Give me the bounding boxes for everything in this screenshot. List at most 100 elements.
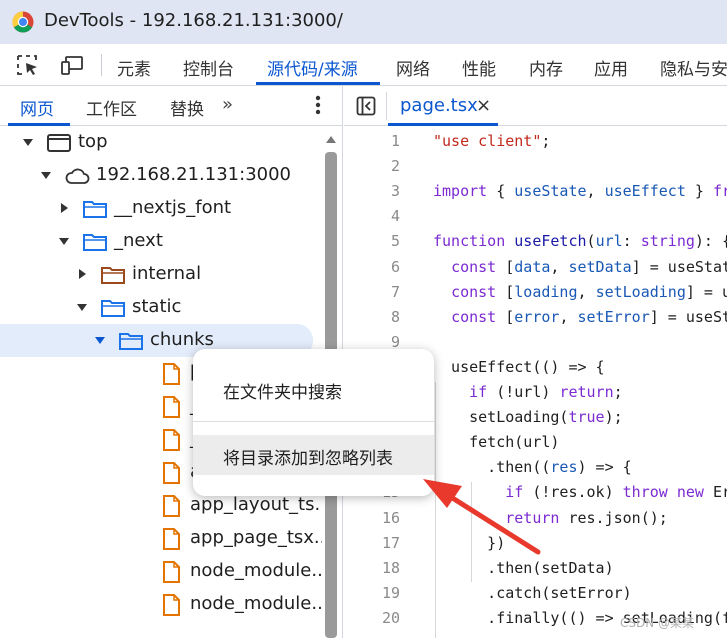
- tree-item[interactable]: __nextjs_font: [0, 192, 313, 225]
- watermark: CSDN @某某: [620, 616, 695, 630]
- folder-icon: [101, 267, 125, 284]
- line-number[interactable]: 8: [344, 308, 400, 326]
- code-text: import { useState, useEffect } fr: [433, 182, 727, 201]
- code-text: return res.json();: [505, 508, 668, 527]
- tree-item-label: node_module...: [190, 560, 329, 581]
- device-toolbar-icon[interactable]: [60, 54, 84, 76]
- indent-guide: [435, 382, 436, 638]
- code-text: "use client";: [433, 132, 551, 150]
- code-text: }): [433, 533, 506, 552]
- line-number[interactable]: 16: [344, 509, 400, 527]
- folder-icon: [83, 234, 107, 251]
- more-options-icon[interactable]: [312, 93, 324, 117]
- expand-arrow-down-icon[interactable]: [40, 169, 52, 181]
- tab-console[interactable]: 控制台: [183, 55, 234, 80]
- editor-tab-divider: [386, 92, 387, 120]
- expand-arrow-down-icon[interactable]: [22, 136, 34, 148]
- tree-item[interactable]: top: [0, 126, 313, 159]
- folder-icon: [83, 201, 107, 218]
- context-menu: 在文件夹中搜索 将目录添加到忽略列表: [193, 349, 434, 496]
- menu-item-search-in-folder[interactable]: 在文件夹中搜索: [193, 369, 434, 409]
- code-line: 18 .then(setData): [344, 559, 727, 584]
- tab-sources[interactable]: 源代码/来源: [267, 55, 358, 80]
- line-number[interactable]: 5: [344, 232, 400, 250]
- tab-performance[interactable]: 性能: [462, 55, 496, 80]
- tree-item[interactable]: internal: [0, 258, 313, 291]
- code-line: 16 return res.json();: [344, 509, 727, 534]
- expand-arrow-down-icon[interactable]: [76, 301, 88, 313]
- scroll-up-arrow-icon[interactable]: [325, 134, 337, 144]
- line-number[interactable]: 2: [344, 157, 400, 175]
- line-number[interactable]: 7: [344, 283, 400, 301]
- folder-icon: [101, 300, 125, 317]
- menu-item-label: 在文件夹中搜索: [223, 383, 342, 403]
- active-tab-indicator: [256, 82, 380, 85]
- line-number[interactable]: 4: [344, 207, 400, 225]
- file-icon: [163, 429, 180, 451]
- line-number[interactable]: 17: [344, 534, 400, 552]
- tab-privacy-security[interactable]: 隐私与安: [660, 55, 727, 80]
- line-number[interactable]: 20: [344, 609, 400, 627]
- code-line: 2: [344, 157, 727, 182]
- cloud-icon: [65, 168, 90, 184]
- code-line: 8 const [error, setError] = useSt: [344, 308, 727, 333]
- code-line: 17 }): [344, 534, 727, 559]
- tree-item-label: top: [78, 131, 108, 152]
- window-titlebar: DevTools - 192.168.21.131:3000/: [0, 0, 727, 44]
- navigator-tab-page[interactable]: 网页: [20, 95, 54, 120]
- code-line: 1 "use client";: [344, 132, 727, 157]
- tree-item[interactable]: node_module...: [0, 555, 329, 588]
- code-text: const [loading, setLoading] = u: [451, 282, 727, 301]
- menu-divider: [193, 421, 434, 422]
- more-tabs-button[interactable]: »: [222, 94, 233, 115]
- tree-item-label: static: [132, 296, 182, 317]
- file-icon: [163, 462, 180, 484]
- tab-network[interactable]: 网络: [396, 55, 430, 80]
- code-text: const [error, setError] = useSt: [451, 307, 727, 326]
- line-number[interactable]: 18: [344, 559, 400, 577]
- file-icon: [163, 594, 180, 616]
- tree-item[interactable]: 192.168.21.131:3000: [0, 159, 313, 192]
- chrome-logo-icon: [12, 11, 34, 33]
- code-text: if (!url) return;: [469, 383, 623, 401]
- line-number[interactable]: 3: [344, 182, 400, 200]
- expand-arrow-right-icon[interactable]: [76, 268, 88, 280]
- tree-item-label: 192.168.21.131:3000: [96, 164, 292, 185]
- menu-item-add-to-ignore-list[interactable]: 将目录添加到忽略列表: [193, 435, 434, 475]
- code-line: 4: [344, 207, 727, 232]
- tree-item-label: __nextjs_font: [114, 197, 232, 218]
- expand-arrow-right-icon[interactable]: [58, 202, 70, 214]
- code-text: .then((res) => {: [433, 458, 632, 477]
- toggle-navigator-icon[interactable]: [356, 96, 376, 116]
- tree-item[interactable]: node_module...: [0, 588, 329, 621]
- tree-item[interactable]: static: [0, 291, 313, 324]
- line-number[interactable]: 6: [344, 258, 400, 276]
- tab-memory[interactable]: 内存: [529, 55, 563, 80]
- expand-arrow-down-icon[interactable]: [94, 334, 106, 346]
- code-line: 7 const [loading, setLoading] = u: [344, 283, 727, 308]
- tree-item[interactable]: _next: [0, 225, 313, 258]
- tree-item-label: app_page_tsx...: [190, 527, 332, 548]
- navigator-tab-bar: 网页 工作区 替换 »: [0, 86, 342, 126]
- code-line: 6 const [data, setData] = useStat: [344, 258, 727, 283]
- tree-item[interactable]: app_page_tsx...: [0, 522, 331, 555]
- file-tab-page-tsx[interactable]: page.tsx: [400, 95, 478, 116]
- line-number[interactable]: 1: [344, 132, 400, 150]
- tree-item-label: node_module...: [190, 593, 329, 614]
- close-tab-icon[interactable]: ×: [476, 95, 491, 116]
- navigator-tab-overrides[interactable]: 替换: [170, 95, 204, 120]
- file-icon: [163, 363, 180, 385]
- frame-icon: [47, 134, 71, 152]
- inspect-element-icon[interactable]: [16, 54, 40, 76]
- main-tab-bar: 元素 控制台 源代码/来源 网络 性能 内存 应用 隐私与安: [0, 44, 727, 86]
- tab-elements[interactable]: 元素: [117, 55, 151, 80]
- file-icon: [163, 495, 180, 517]
- code-text: function useFetch(url: string): {: [433, 232, 727, 251]
- line-number[interactable]: 19: [344, 584, 400, 602]
- navigator-tab-workspace[interactable]: 工作区: [86, 95, 137, 120]
- tree-item-label: _next: [114, 230, 163, 251]
- expand-arrow-down-icon[interactable]: [58, 235, 70, 247]
- code-text: useEffect(() => {: [433, 357, 605, 376]
- code-line: 3 import { useState, useEffect } fr: [344, 182, 727, 207]
- tab-application[interactable]: 应用: [594, 55, 628, 80]
